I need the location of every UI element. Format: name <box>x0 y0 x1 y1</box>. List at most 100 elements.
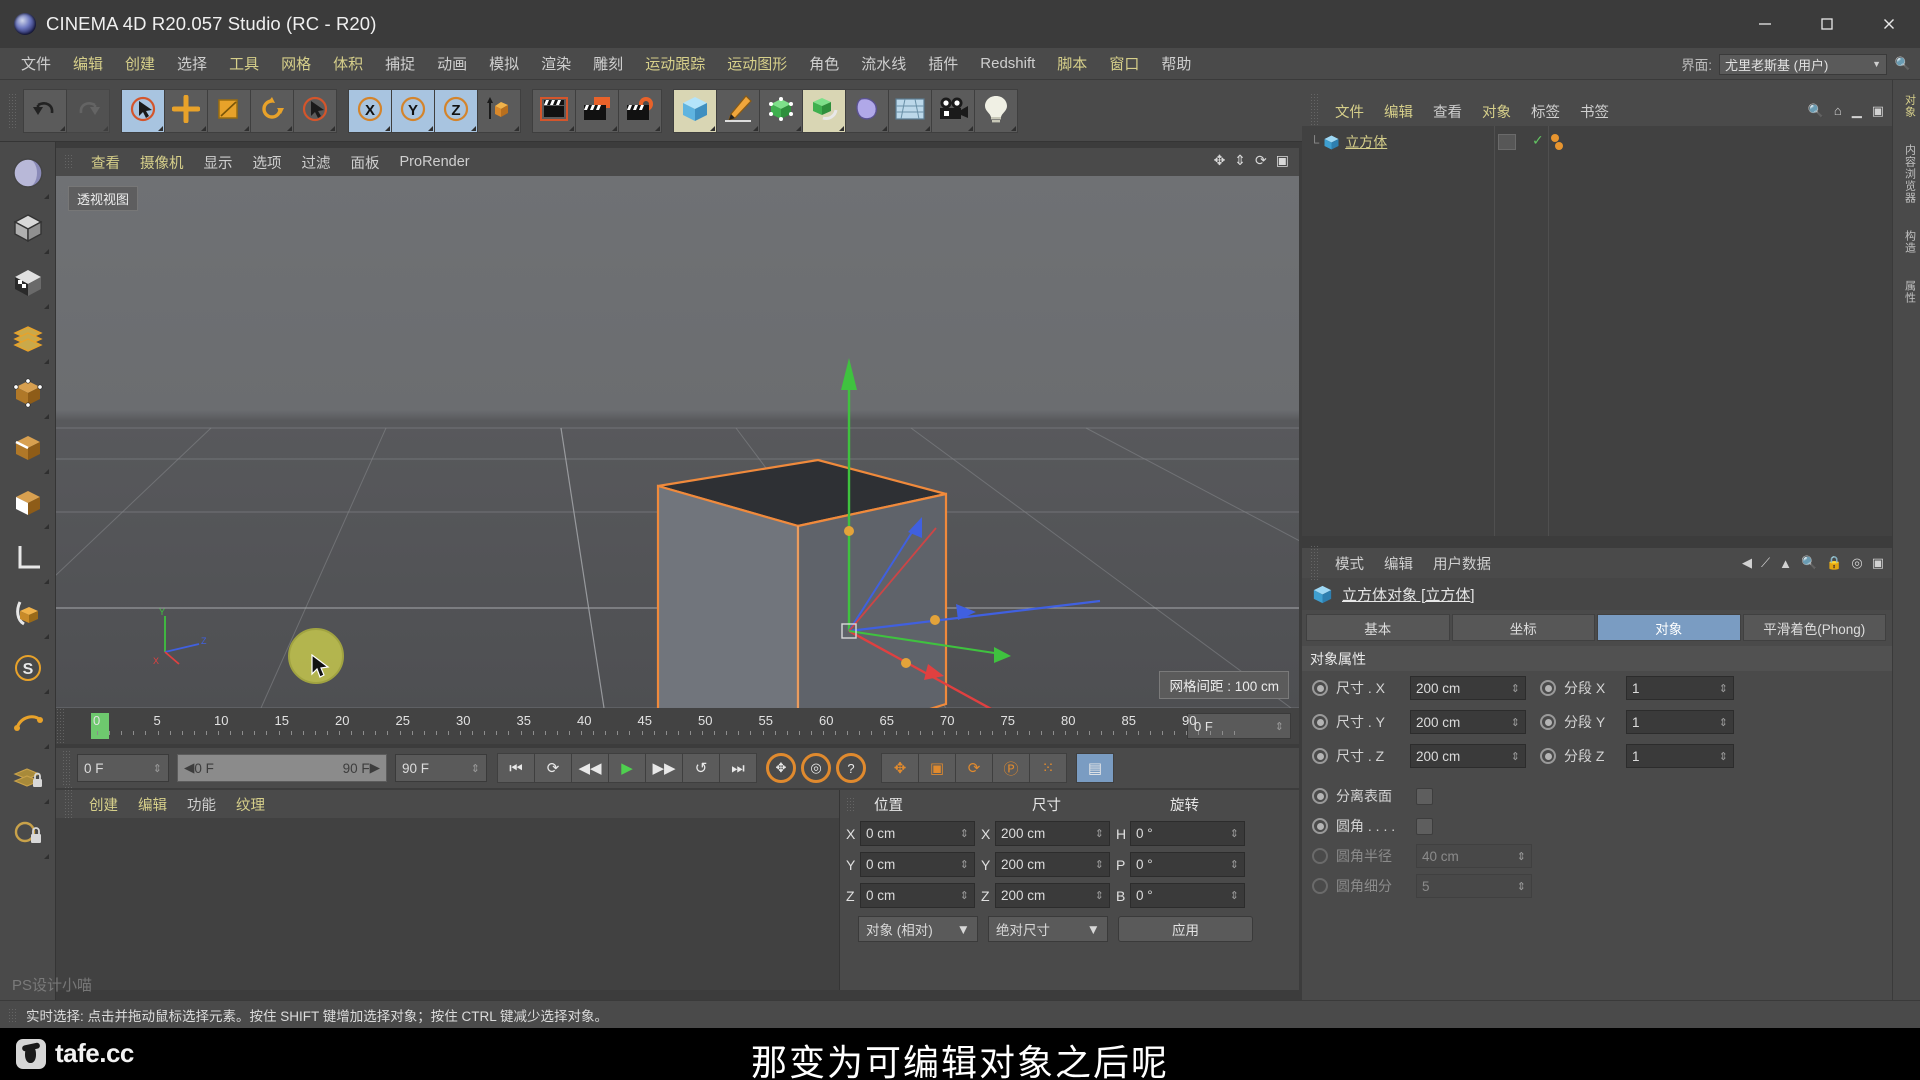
maximize-panel-icon[interactable]: ▣ <box>1872 555 1884 571</box>
tool-more-corner-icon[interactable] <box>43 524 49 529</box>
add-deformer-button[interactable] <box>802 88 846 133</box>
record-pla-button[interactable]: ⁙ <box>1029 753 1067 783</box>
spinner-icon[interactable]: ⇕ <box>1275 720 1284 733</box>
object-menu-1[interactable]: 编辑 <box>1374 101 1423 122</box>
move-button[interactable] <box>164 88 208 133</box>
record-scale-button[interactable]: ▣ <box>918 753 956 783</box>
coord-mode-dropdown[interactable]: 对象 (相对) ▼ <box>858 916 978 942</box>
material-manager-grip[interactable] <box>64 786 73 822</box>
play-button[interactable]: ▶ <box>608 753 646 783</box>
coord-apply-button[interactable]: 应用 <box>1118 916 1253 942</box>
spinner-icon[interactable]: ⇕ <box>471 762 480 775</box>
coord-size-field-1[interactable]: 200 cm ⇕ <box>995 852 1110 877</box>
tool-point-mode[interactable] <box>5 368 51 422</box>
tool-more-corner-icon[interactable] <box>43 799 49 804</box>
menu-item-1[interactable]: 编辑 <box>62 50 114 77</box>
dock-tab-2[interactable]: 构造 <box>1896 230 1918 254</box>
transport-grip[interactable] <box>62 750 71 786</box>
param-toggle-chk-0[interactable] <box>1312 788 1328 804</box>
object-manager-body[interactable]: └ 立方体 ✓ <box>1302 126 1892 536</box>
menu-item-16[interactable]: 插件 <box>917 50 969 77</box>
tool-more-corner-icon[interactable] <box>43 744 49 749</box>
minimize-panel-icon[interactable]: ▁ <box>1852 103 1862 119</box>
param-toggle-size-0[interactable] <box>1312 680 1328 696</box>
coord-size-field-0[interactable]: 200 cm ⇕ <box>995 821 1110 846</box>
end-frame-field[interactable]: 90 F ⇕ <box>395 754 487 782</box>
coord-position-field-1[interactable]: 0 cm ⇕ <box>860 852 975 877</box>
coord-size-field-2[interactable]: 200 cm ⇕ <box>995 883 1110 908</box>
tool-texture-axis[interactable] <box>5 148 51 202</box>
spinner-icon[interactable]: ⇕ <box>153 762 162 775</box>
spinner-icon[interactable]: ⇕ <box>1719 716 1728 729</box>
timeline-ruler-bar[interactable]: 0 5 10 15 20 25 30 35 40 45 50 55 60 65 70 75 80 85 90 0 F… <box>56 708 1299 744</box>
tool-more-corner-icon[interactable] <box>753 125 758 131</box>
object-manager-row-cube[interactable]: └ 立方体 ✓ <box>1302 130 1892 154</box>
tool-more-corner-icon[interactable] <box>43 359 49 364</box>
maximize-button[interactable] <box>1796 0 1858 48</box>
tool-more-corner-icon[interactable] <box>968 125 973 131</box>
coord-rotation-field-1[interactable]: 0 ° ⇕ <box>1130 852 1245 877</box>
tool-more-corner-icon[interactable] <box>201 125 206 131</box>
attribute-menu-1[interactable]: 编辑 <box>1374 553 1423 574</box>
param-toggle-size-2[interactable] <box>1312 748 1328 764</box>
menu-item-8[interactable]: 动画 <box>426 50 478 77</box>
tool-more-corner-icon[interactable] <box>385 125 390 131</box>
tool-more-corner-icon[interactable] <box>655 125 660 131</box>
range-prev-icon[interactable]: ◀ <box>184 760 194 776</box>
spinner-icon[interactable]: ⇕ <box>1230 889 1239 902</box>
material-manager-body[interactable] <box>56 818 839 990</box>
menu-item-18[interactable]: 脚本 <box>1046 50 1098 77</box>
tool-more-corner-icon[interactable] <box>43 689 49 694</box>
material-menu-2[interactable]: 功能 <box>177 794 226 815</box>
spinner-icon[interactable]: ⇕ <box>1230 827 1239 840</box>
tool-more-corner-icon[interactable] <box>244 125 249 131</box>
viewport-menu-1[interactable]: 摄像机 <box>130 152 194 173</box>
interface-select[interactable]: 尤里老斯基 (用户) ▼ <box>1719 53 1887 75</box>
preview-range-field[interactable]: ◀ 0 F 90 F ▶ <box>177 754 387 782</box>
target-icon[interactable]: ◎ <box>1851 555 1862 571</box>
menu-item-19[interactable]: 窗口 <box>1098 50 1150 77</box>
render-region-button[interactable] <box>575 88 619 133</box>
spinner-icon[interactable]: ⇕ <box>1230 858 1239 871</box>
timeline-layout-button[interactable]: ▤ <box>1076 753 1114 783</box>
add-scene-button[interactable] <box>888 88 932 133</box>
tool-polygon-mode[interactable] <box>5 313 51 367</box>
attribute-size-field-2[interactable]: 200 cm ⇕ <box>1410 744 1526 768</box>
dock-tab-3[interactable]: 属性 <box>1896 280 1918 304</box>
goto-start-button[interactable]: ⏮ <box>497 753 535 783</box>
rotate-view-icon[interactable]: ⟳ <box>1255 152 1267 169</box>
tool-more-corner-icon[interactable] <box>612 125 617 131</box>
back-arrow-icon[interactable]: ◀ <box>1742 555 1752 571</box>
viewport-menu-6[interactable]: ProRender <box>390 154 480 170</box>
viewport-menu-0[interactable]: 查看 <box>81 152 130 173</box>
attribute-tab-1[interactable]: 坐标 <box>1451 614 1595 641</box>
menu-item-11[interactable]: 雕刻 <box>582 50 634 77</box>
world-local-button[interactable] <box>477 88 521 133</box>
range-next-icon[interactable]: ▶ <box>370 760 380 776</box>
tool-more-corner-icon[interactable] <box>43 469 49 474</box>
status-bar-grip[interactable] <box>8 1007 17 1022</box>
spinner-icon[interactable]: ⇕ <box>960 858 969 871</box>
dolly-view-icon[interactable]: ⇕ <box>1234 152 1246 169</box>
attribute-manager-grip[interactable] <box>1310 545 1319 581</box>
spinner-icon[interactable]: ⇕ <box>1719 750 1728 763</box>
menu-item-20[interactable]: 帮助 <box>1150 50 1202 77</box>
tool-more-corner-icon[interactable] <box>43 304 49 309</box>
menu-item-3[interactable]: 选择 <box>166 50 218 77</box>
add-camera-button[interactable] <box>931 88 975 133</box>
search-icon[interactable]: 🔍 <box>1801 555 1817 571</box>
minimize-button[interactable] <box>1734 0 1796 48</box>
tool-more-corner-icon[interactable] <box>330 125 335 131</box>
timeline-ruler[interactable]: 0 5 10 15 20 25 30 35 40 45 50 55 60 65 70 75 80 85 90 <box>77 708 1236 744</box>
lock-z-button[interactable]: Z <box>434 88 478 133</box>
param-toggle-seg-1[interactable] <box>1540 714 1556 730</box>
tool-more-corner-icon[interactable] <box>43 579 49 584</box>
lock-x-button[interactable]: X <box>348 88 392 133</box>
tool-more-corner-icon[interactable] <box>287 125 292 131</box>
attribute-menu-2[interactable]: 用户数据 <box>1423 553 1501 574</box>
tool-more-corner-icon[interactable] <box>428 125 433 131</box>
live-selection-button[interactable] <box>121 88 165 133</box>
attribute-seg-field-0[interactable]: 1 ⇕ <box>1626 676 1734 700</box>
tool-more-corner-icon[interactable] <box>43 854 49 859</box>
step-back-button[interactable]: ◀◀ <box>571 753 609 783</box>
